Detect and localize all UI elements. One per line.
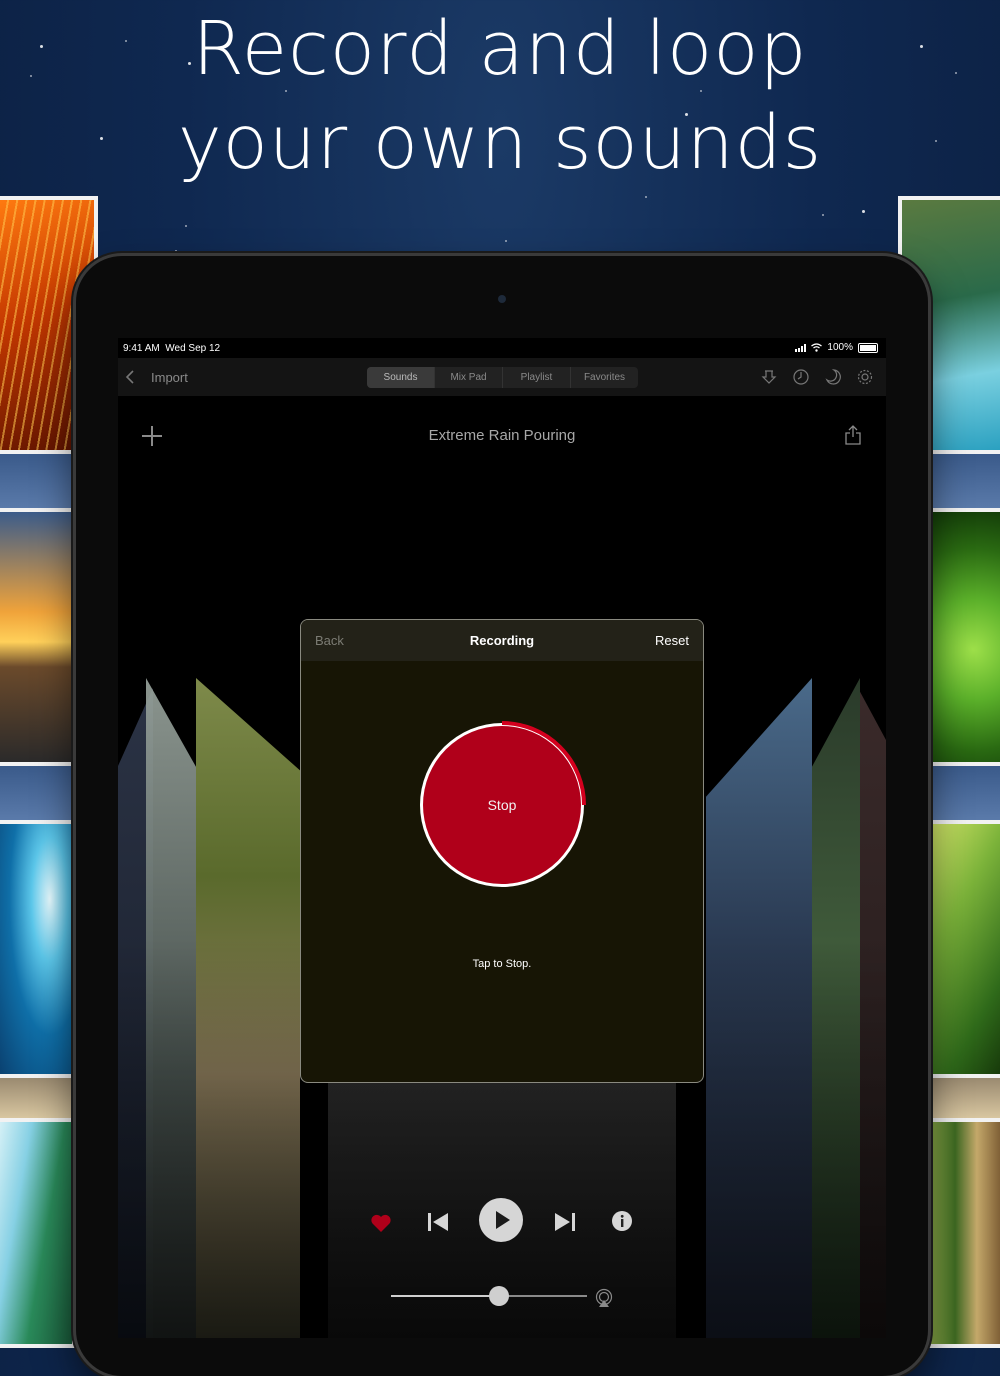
recording-dialog: Back Recording Reset Stop Tap to Stop. — [300, 619, 704, 1083]
timer-icon[interactable] — [792, 368, 810, 386]
status-time: 9:41 AM — [123, 343, 160, 354]
tab-playlist[interactable]: Playlist — [502, 367, 570, 388]
volume-knob[interactable] — [488, 1286, 509, 1306]
front-camera — [498, 295, 506, 303]
photo-train-sunset — [0, 508, 76, 766]
photo-sand-band — [0, 1074, 76, 1122]
nav-actions — [760, 368, 874, 386]
gear-icon[interactable] — [856, 368, 874, 386]
photo-bamboo — [926, 1118, 1000, 1348]
play-button[interactable] — [479, 1198, 523, 1242]
wifi-icon — [811, 343, 823, 352]
status-time-date: 9:41 AM Wed Sep 12 — [123, 343, 220, 354]
moon-icon[interactable] — [824, 368, 842, 386]
share-icon[interactable] — [844, 424, 862, 446]
previous-track-icon[interactable] — [426, 1210, 450, 1234]
photo-waterfall — [0, 1118, 76, 1348]
battery-icon — [858, 342, 878, 353]
photo-tree-frog — [926, 508, 1000, 766]
headline: Record and loop your own sounds — [0, 0, 1000, 190]
recording-hint: Tap to Stop. — [472, 958, 532, 970]
volume-fill — [391, 1295, 499, 1297]
volume-slider[interactable] — [391, 1286, 587, 1306]
ipad-frame: 9:41 AM Wed Sep 12 100% Import Sounds Mi… — [76, 256, 928, 1376]
headline-line-1: Record and loop — [192, 6, 808, 92]
app-screen: 9:41 AM Wed Sep 12 100% Import Sounds Mi… — [118, 338, 886, 1338]
tab-favorites[interactable]: Favorites — [570, 367, 638, 388]
play-icon — [496, 1211, 510, 1229]
stop-label: Stop — [487, 797, 517, 813]
tab-sounds[interactable]: Sounds — [367, 367, 434, 388]
headline-line-2: your own sounds — [177, 100, 823, 186]
stop-recording-button[interactable]: Stop — [418, 721, 586, 889]
next-track-icon[interactable] — [553, 1210, 577, 1234]
player-controls — [118, 1198, 886, 1258]
airplay-icon[interactable] — [594, 1288, 614, 1308]
photo-ocean-wave — [0, 820, 76, 1078]
cellular-signal-icon — [795, 343, 807, 352]
status-right: 100% — [795, 342, 878, 353]
photo-green-leaves — [926, 820, 1000, 1078]
sound-title: Extreme Rain Pouring — [428, 427, 576, 444]
status-date: Wed Sep 12 — [165, 343, 221, 354]
info-icon[interactable] — [611, 1210, 633, 1232]
photo-sky-band-2 — [0, 762, 76, 824]
photo-sky-band-4 — [926, 762, 1000, 824]
favorite-heart-icon[interactable] — [370, 1213, 392, 1233]
photo-sand-band-2 — [926, 1074, 1000, 1122]
photo-sky-band-3 — [926, 450, 1000, 512]
photo-sky-band — [0, 450, 76, 512]
status-bar: 9:41 AM Wed Sep 12 100% — [118, 338, 886, 358]
section-tabs: Sounds Mix Pad Playlist Favorites — [367, 367, 638, 388]
tab-mix-pad[interactable]: Mix Pad — [434, 367, 502, 388]
import-button[interactable]: Import — [151, 370, 188, 385]
nav-bar: Import Sounds Mix Pad Playlist Favorites — [118, 358, 886, 396]
dialog-title: Recording — [469, 633, 535, 648]
dialog-header: Back Recording Reset — [301, 620, 703, 661]
download-icon[interactable] — [760, 368, 778, 386]
battery-percent: 100% — [827, 342, 853, 353]
dialog-reset-button[interactable]: Reset — [655, 633, 689, 648]
chevron-left-icon[interactable] — [122, 368, 140, 386]
